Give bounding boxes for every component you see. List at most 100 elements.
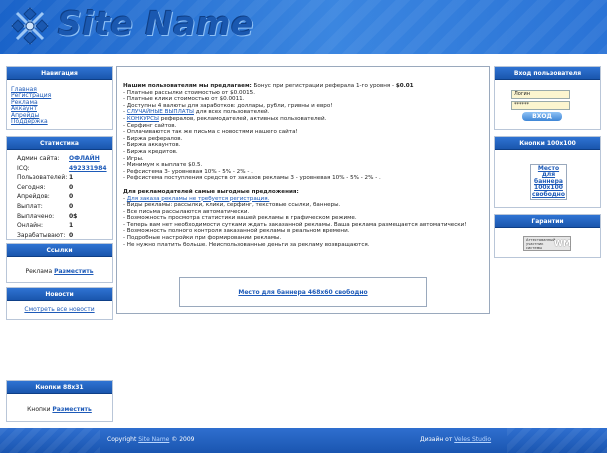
stats-list: Админ сайта: ОФЛАЙН ICQ: 492331984 Пользоват…: [7, 150, 112, 243]
benefit-text: - Биржа кредитов.: [123, 148, 178, 155]
login-title: Вход пользователя: [495, 67, 600, 80]
login-button[interactable]: ВХОД: [522, 112, 562, 121]
benefit-text: - Рефсистема 3- уровневая 10% - 5% - 2% …: [123, 168, 253, 175]
header: Site Name: [0, 0, 607, 54]
stat-value: 1: [69, 174, 74, 182]
design-pre: Дизайн от: [420, 436, 455, 443]
buttons100-title: Кнопки 100x100: [495, 137, 600, 150]
benefit-text: - Возможность полного контроля заказанно…: [123, 228, 350, 235]
stat-value: 0$: [69, 212, 78, 220]
links-label: Реклама: [25, 268, 53, 275]
links-body: Реклама Разместить: [7, 257, 112, 279]
banner-slot-link[interactable]: Место для баннера 468x60 свободно: [238, 289, 367, 296]
stat-value: 0: [69, 203, 74, 211]
benefit-text: - Платные клики стоимостью от $0.0011.: [123, 96, 245, 103]
stat-row: Сегодня: 0: [17, 183, 108, 193]
copyright-site-link[interactable]: Site Name: [138, 436, 169, 443]
nav-item-link[interactable]: Поддержка: [11, 118, 108, 125]
nav-panel: Навигация Главная Регистрация Реклама Аккау…: [6, 66, 113, 130]
benefit-text-after: рефералов, рекламодателей, активных поль…: [158, 115, 327, 122]
stat-label: Сегодня:: [17, 183, 46, 191]
intro-line: Нашим пользователям мы предлагаем: Бонус…: [123, 83, 483, 90]
login-panel: Вход пользователя Логин ****** ВХОД: [494, 66, 601, 130]
buttons88-title: Кнопки 88x31: [7, 381, 112, 394]
links-place-link[interactable]: Разместить: [54, 268, 93, 275]
benefit-text: - Платные рассылки стоимостью от $0.0015…: [123, 89, 255, 96]
benefit-link[interactable]: КОНКУРСЫ: [127, 116, 159, 122]
buttons88-place-link[interactable]: Разместить: [52, 406, 91, 413]
wm-badge-line1: Аттестованный: [526, 237, 556, 242]
stat-row: Онлайн: 1: [17, 221, 108, 231]
benefit-text: - Все письма рассылаются автоматически.: [123, 208, 250, 215]
benefit-text: - Биржа рефералов.: [123, 135, 183, 142]
benefit-item: - Оплачиваются так же письма с новостями…: [123, 129, 483, 136]
benefit-text: - Теперь вам нет необходимости сутками ж…: [123, 221, 467, 228]
adv-benefits-list: - Для заказа рекламы не требуется регист…: [123, 196, 483, 249]
stat-value: 0: [69, 183, 74, 191]
benefit-link[interactable]: Для заказа рекламы не требуется регистра…: [127, 196, 270, 202]
benefit-item: - Возможность просмотра статистики вашей…: [123, 215, 483, 222]
benefit-item: - Минимум к выплате $0.5.: [123, 162, 483, 169]
benefit-text: - Виды рекламы: рассылки, клики, серфинг…: [123, 202, 341, 209]
stat-row: Апрейдов: 0: [17, 192, 108, 202]
links-panel: Ссылки Реклама Разместить: [6, 243, 113, 283]
stats-title: Статистика: [7, 137, 112, 150]
news-body: Смотреть все новости: [7, 301, 112, 317]
buttons100-panel: Кнопки 100x100 Место для баннера 100x100…: [494, 136, 601, 208]
benefit-text: - Подробные настройки при формировании р…: [123, 235, 282, 242]
benefit-text: - Серфинг сайтов.: [123, 122, 177, 129]
footer-design: Дизайн от Veles Studio: [420, 436, 491, 443]
wm-badge[interactable]: Аттестованный участник системы WM: [523, 236, 571, 251]
login-field[interactable]: Логин: [511, 90, 570, 99]
benefit-item: - Подробные настройки при формировании р…: [123, 235, 483, 242]
footer-pattern-left: [0, 428, 100, 453]
stat-value: 0: [69, 193, 74, 201]
benefit-text: - Рефсистема поступления средств от зака…: [123, 175, 381, 182]
benefit-item: - Биржа аккаунтов.: [123, 142, 483, 149]
stat-label: Пользователей:: [17, 174, 68, 182]
password-field[interactable]: ******: [511, 101, 570, 110]
nav-title: Навигация: [7, 67, 112, 80]
site-title[interactable]: Site Name: [58, 4, 254, 43]
buttons88-panel: Кнопки 88x31 Кнопки Разместить: [6, 380, 113, 422]
benefit-item: - КОНКУРСЫ рефералов, рекламодателей, ак…: [123, 116, 483, 123]
benefit-link[interactable]: СЛУЧАЙНЫЕ ВЫПЛАТЫ: [127, 109, 194, 115]
stat-label: Админ сайта:: [17, 155, 60, 163]
stat-label: Выплачено:: [17, 212, 55, 220]
benefit-item: - Биржа кредитов.: [123, 149, 483, 156]
stats-panel: Статистика Админ сайта: ОФЛАЙН ICQ: 4923319…: [6, 136, 113, 240]
benefit-item: - Для заказа рекламы не требуется регист…: [123, 196, 483, 203]
intro-bold: Нашим пользователям мы предлагаем:: [123, 83, 252, 89]
wm-badge-mark: WM: [554, 238, 571, 248]
wm-badge-line2: участник системы: [526, 241, 544, 250]
stat-label: ICQ:: [17, 164, 30, 172]
benefit-item: - Рефсистема 3- уровневая 10% - 5% - 2% …: [123, 169, 483, 176]
stat-label: Зарабатывают:: [17, 231, 66, 239]
design-studio-link[interactable]: Veles Studio: [454, 436, 491, 443]
guarantee-title: Гарантии: [495, 215, 600, 228]
footer-copyright: Copyright Site Name © 2009: [107, 436, 194, 443]
footer-pattern-right: [507, 428, 607, 453]
benefit-text: - Оплачиваются так же письма с новостями…: [123, 129, 298, 136]
stat-value[interactable]: 492331984: [69, 165, 107, 173]
benefit-item: - Биржа рефералов.: [123, 136, 483, 143]
stat-value[interactable]: ОФЛАЙН: [69, 155, 100, 163]
logo-icon: [11, 7, 49, 45]
benefit-text: - Доступны 4 валюты для заработков: долл…: [123, 102, 333, 109]
buttons88-label: Кнопки: [27, 406, 51, 413]
benefit-text: - Не нужно платить больше. Неиспользован…: [123, 241, 370, 248]
intro-rest: Бонус при регистрации реферала 1-го уров…: [251, 83, 396, 89]
benefit-text: - Биржа аккаунтов.: [123, 142, 181, 149]
benefit-text: - Минимум к выплате $0.5.: [123, 162, 203, 169]
login-body: Логин ****** ВХОД: [495, 80, 600, 121]
buttons100-slot-link[interactable]: Место для баннера 100x100 свободно: [531, 165, 566, 199]
benefit-item: - Игры.: [123, 156, 483, 163]
news-title: Новости: [7, 288, 112, 301]
stat-row: Выплачено: 0$: [17, 212, 108, 222]
benefit-item: - Платные рассылки стоимостью от $0.0015…: [123, 90, 483, 97]
benefit-item: - СЛУЧАЙНЫЕ ВЫПЛАТЫ для всех пользовател…: [123, 109, 483, 116]
benefit-item: - Не нужно платить больше. Неиспользован…: [123, 242, 483, 249]
benefit-text: - Возможность просмотра статистики вашей…: [123, 215, 357, 222]
stat-value: 0: [69, 231, 74, 239]
news-all-link[interactable]: Смотреть все новости: [24, 306, 94, 313]
